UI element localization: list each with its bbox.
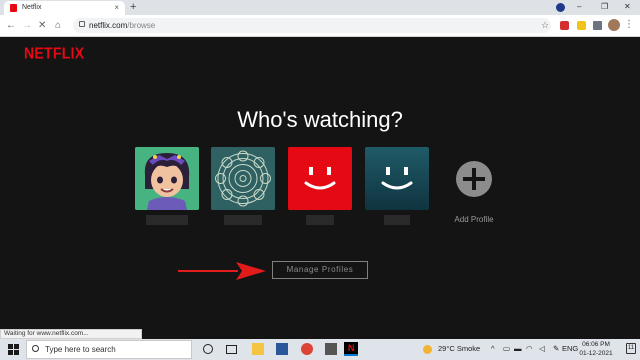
red-arrow-annotation-icon — [178, 262, 266, 280]
profile-name-2-redacted — [224, 215, 262, 225]
user-avatar-icon[interactable] — [608, 19, 620, 31]
netflix-logo[interactable]: NETFLIX — [24, 44, 84, 62]
profile-avatar-4[interactable] — [365, 147, 429, 210]
browser-toolbar: ← → ✕ ⌂ netflix.com/browse ☆ ⋮ — [0, 15, 640, 37]
teal-smiley-avatar-icon — [365, 147, 429, 210]
cortana-icon[interactable] — [203, 344, 213, 354]
profile-name-3-redacted — [306, 215, 334, 225]
screen: Netflix × + – ❐ ✕ ← → ✕ ⌂ netflix.com/br… — [0, 0, 640, 360]
back-icon[interactable]: ← — [6, 19, 16, 32]
pen-icon[interactable]: ✎ — [553, 344, 559, 354]
home-icon[interactable]: ⌂ — [55, 19, 61, 32]
maximize-icon[interactable]: ❐ — [601, 1, 608, 13]
netflix-favicon-icon — [10, 4, 17, 12]
profile-avatar-2[interactable] — [211, 147, 275, 210]
search-icon — [32, 345, 39, 352]
taskbar-search-input[interactable]: Type here to search — [26, 340, 192, 359]
file-explorer-icon[interactable] — [252, 343, 264, 355]
weather-text[interactable]: 29°C Smoke — [438, 344, 480, 354]
tray-icon-1[interactable]: ▭ — [503, 344, 510, 354]
browser-tab[interactable]: Netflix × — [4, 1, 125, 15]
extension-icon[interactable] — [577, 21, 586, 30]
close-window-icon[interactable]: ✕ — [624, 1, 631, 13]
mandala-avatar-icon — [211, 147, 275, 210]
browser-tab-strip: Netflix × + – ❐ ✕ — [0, 0, 640, 15]
netflix-taskbar-icon[interactable]: N — [344, 342, 358, 356]
volume-icon[interactable]: ◁ — [539, 344, 545, 354]
tray-chevron-icon[interactable]: ^ — [491, 344, 495, 354]
chrome-icon[interactable] — [301, 343, 313, 355]
manage-profiles-button[interactable]: Manage Profiles — [272, 261, 368, 279]
netflix-profile-page: NETFLIX Who's watching? Add Profile Mana… — [0, 37, 640, 329]
red-smiley-avatar-icon — [288, 147, 352, 210]
clock-date: 01-12-2021 — [579, 350, 613, 357]
windows-taskbar: Type here to search N 29°C Smoke ^ ▭ ▬ ◠… — [0, 339, 640, 360]
tab-close-icon[interactable]: × — [114, 3, 119, 13]
address-bar[interactable]: netflix.com/browse — [73, 18, 551, 33]
profile-extension-icon[interactable] — [556, 3, 565, 12]
search-placeholder: Type here to search — [45, 345, 116, 354]
anime-girl-avatar-icon — [135, 147, 199, 210]
shield-extension-icon[interactable] — [560, 21, 569, 30]
tray-icon-2[interactable]: ▬ — [514, 344, 522, 354]
task-view-icon[interactable] — [226, 345, 237, 354]
profile-avatar-3[interactable] — [288, 147, 352, 210]
weather-icon[interactable] — [423, 345, 432, 354]
bookmark-star-icon[interactable]: ☆ — [541, 19, 549, 31]
minimize-icon[interactable]: – — [577, 1, 581, 13]
windows-start-icon[interactable] — [8, 344, 19, 355]
lock-icon — [79, 21, 85, 27]
add-profile-label[interactable]: Add Profile — [440, 215, 508, 225]
profile-avatar-1[interactable] — [135, 147, 199, 210]
app-icon-2[interactable] — [325, 343, 337, 355]
add-profile-plus-icon[interactable] — [456, 161, 492, 197]
new-tab-button[interactable]: + — [130, 1, 136, 14]
app-icon[interactable] — [276, 343, 288, 355]
loading-status-text: Waiting for www.netflix.com... — [0, 329, 142, 339]
clock-time: 06:06 PM — [582, 341, 610, 348]
profile-name-4-redacted — [384, 215, 410, 225]
stop-loading-icon[interactable]: ✕ — [38, 19, 46, 32]
url-text: netflix.com/browse — [89, 21, 156, 30]
tab-title: Netflix — [22, 4, 42, 11]
language-indicator[interactable]: ENG — [562, 344, 578, 354]
profile-name-1-redacted — [146, 215, 188, 225]
wifi-icon[interactable]: ◠ — [526, 344, 533, 354]
notification-center-icon[interactable]: 11 — [626, 343, 636, 354]
browser-menu-icon[interactable]: ⋮ — [624, 18, 634, 31]
clock[interactable]: 06:06 PM 01-12-2021 — [578, 340, 614, 358]
forward-icon[interactable]: → — [22, 19, 32, 32]
page-title: Who's watching? — [237, 107, 403, 132]
puzzle-extensions-icon[interactable] — [593, 21, 602, 30]
